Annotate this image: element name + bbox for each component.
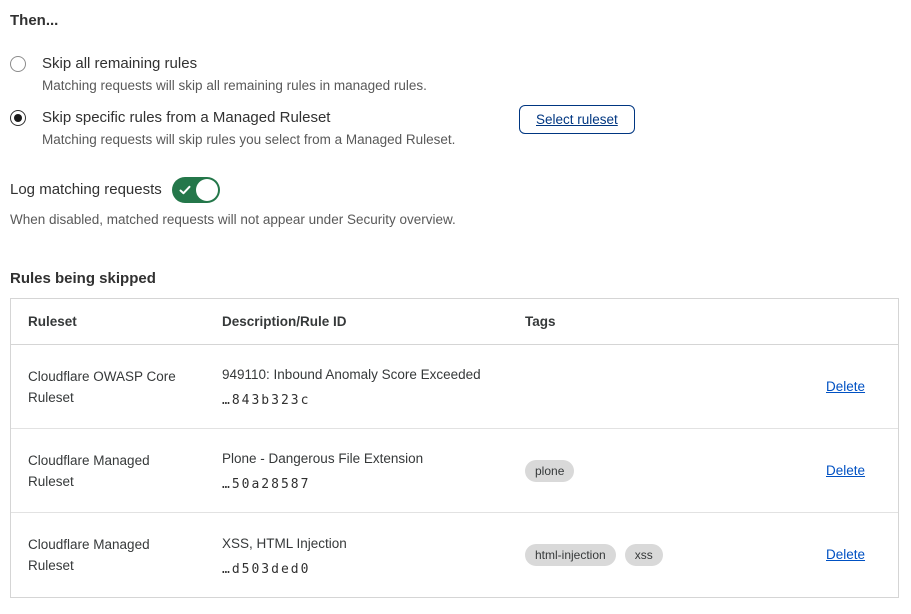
rule-id: …843b323c <box>222 393 488 408</box>
table-row: Cloudflare OWASP Core Ruleset 949110: In… <box>11 345 898 429</box>
rule-description: XSS, HTML Injection <box>222 534 488 553</box>
then-heading: Then... <box>10 12 899 30</box>
radio-button-skip-specific[interactable] <box>10 110 26 126</box>
rule-description: 949110: Inbound Anomaly Score Exceeded <box>222 365 488 384</box>
column-header-tags: Tags <box>508 314 809 329</box>
log-toggle-description: When disabled, matched requests will not… <box>10 210 899 229</box>
rules-table: Ruleset Description/Rule ID Tags Cloudfl… <box>10 298 899 598</box>
toggle-knob <box>196 179 218 201</box>
column-header-description-rule-id: Description/Rule ID <box>205 314 508 329</box>
tags-cell: html-injection xss <box>508 544 809 566</box>
tags-list: plone <box>525 460 789 482</box>
description-cell: Plone - Dangerous File Extension …50a285… <box>205 449 508 492</box>
check-icon <box>179 184 191 196</box>
option-description: Matching requests will skip rules you se… <box>42 130 519 150</box>
tag-pill: xss <box>625 544 663 566</box>
table-row: Cloudflare Managed Ruleset Plone - Dange… <box>11 429 898 513</box>
actions-cell: Delete <box>809 378 898 396</box>
description-cell: XSS, HTML Injection …d503ded0 <box>205 534 508 577</box>
ruleset-cell: Cloudflare Managed Ruleset <box>11 534 205 576</box>
option-label[interactable]: Skip specific rules from a Managed Rules… <box>42 107 519 129</box>
delete-link[interactable]: Delete <box>826 547 865 562</box>
log-toggle[interactable] <box>172 177 220 203</box>
option-description: Matching requests will skip all remainin… <box>42 76 519 96</box>
ruleset-cell: Cloudflare Managed Ruleset <box>11 450 205 492</box>
description-cell: 949110: Inbound Anomaly Score Exceeded …… <box>205 365 508 408</box>
rule-id: …50a28587 <box>222 477 488 492</box>
actions-cell: Delete <box>809 546 898 564</box>
radio-button-skip-all[interactable] <box>10 56 26 72</box>
rules-being-skipped-heading: Rules being skipped <box>10 270 899 287</box>
table-row: Cloudflare Managed Ruleset XSS, HTML Inj… <box>11 513 898 597</box>
tag-pill: plone <box>525 460 574 482</box>
log-matching-requests-label: Log matching requests <box>10 180 162 200</box>
option-text-block: Skip specific rules from a Managed Rules… <box>42 107 519 150</box>
tag-pill: html-injection <box>525 544 616 566</box>
actions-cell: Delete <box>809 462 898 480</box>
table-header-row: Ruleset Description/Rule ID Tags <box>11 299 898 345</box>
rule-description: Plone - Dangerous File Extension <box>222 449 488 468</box>
waf-rule-config-panel: Then... Skip all remaining rules Matchin… <box>0 0 911 598</box>
option-skip-specific-rules: Skip specific rules from a Managed Rules… <box>10 107 899 150</box>
tags-cell: plone <box>508 460 809 482</box>
delete-link[interactable]: Delete <box>826 463 865 478</box>
rule-id: …d503ded0 <box>222 562 488 577</box>
log-matching-requests-row: Log matching requests <box>10 177 899 203</box>
option-skip-all-rules: Skip all remaining rules Matching reques… <box>10 53 899 96</box>
option-label[interactable]: Skip all remaining rules <box>42 53 519 75</box>
ruleset-cell: Cloudflare OWASP Core Ruleset <box>11 366 205 408</box>
column-header-ruleset: Ruleset <box>11 314 205 329</box>
tags-list: html-injection xss <box>525 544 789 566</box>
delete-link[interactable]: Delete <box>826 379 865 394</box>
select-ruleset-button[interactable]: Select ruleset <box>519 105 635 134</box>
option-text-block: Skip all remaining rules Matching reques… <box>42 53 519 96</box>
